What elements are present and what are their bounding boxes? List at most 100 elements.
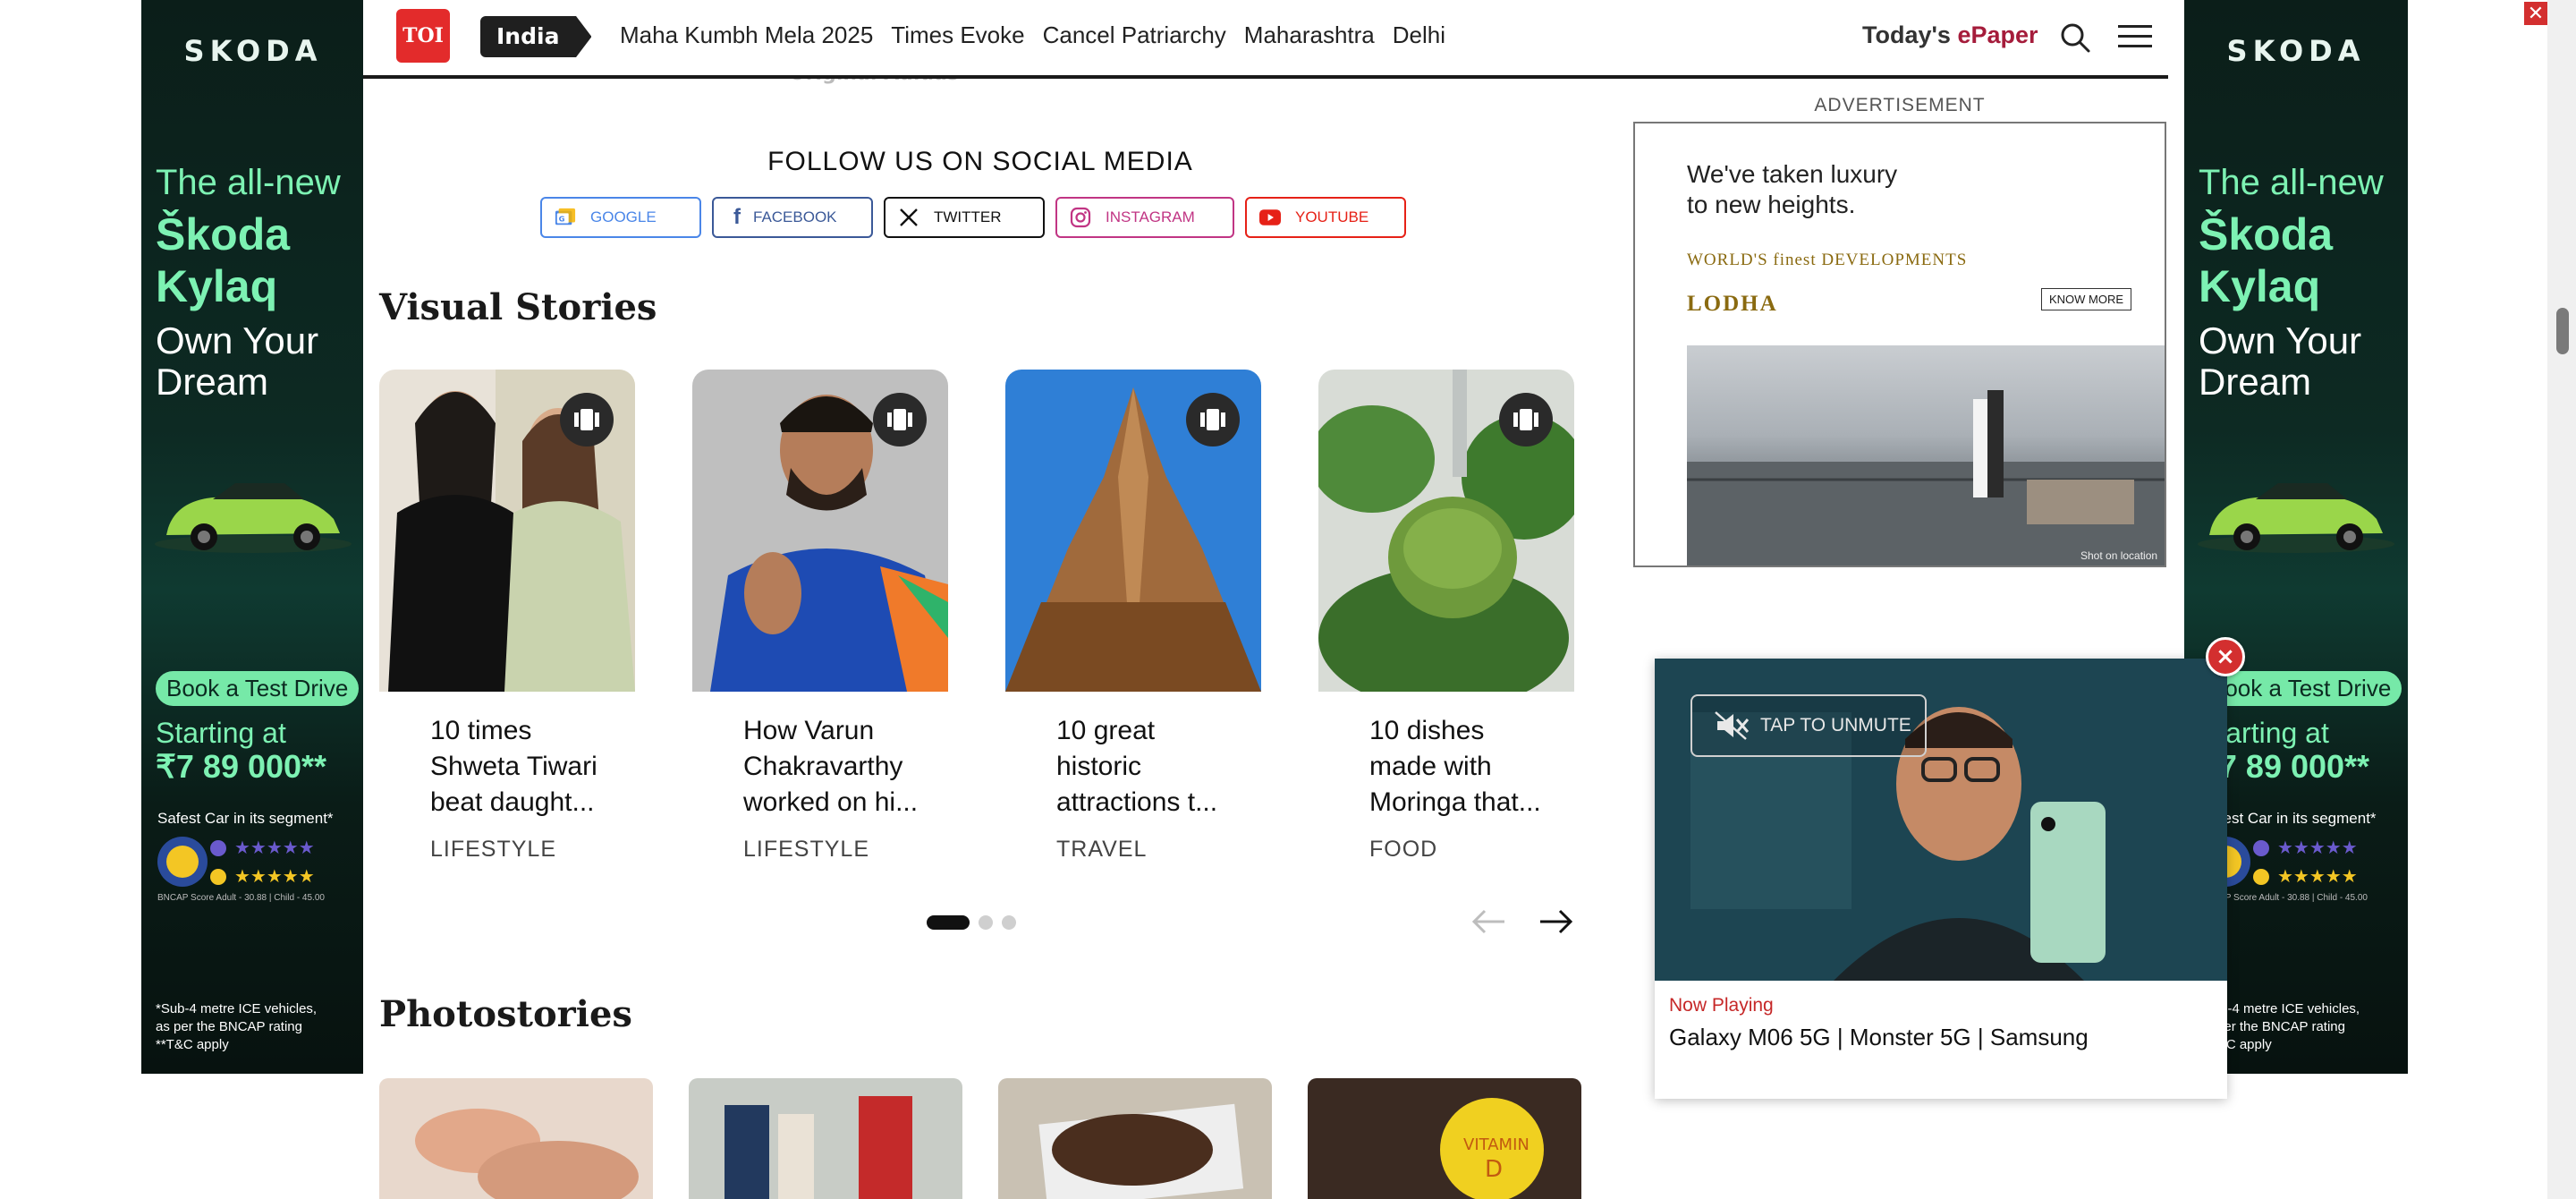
svg-text:G: G — [559, 215, 565, 224]
story-title-line: made with — [1369, 752, 1492, 781]
photostories-heading: Photostories — [379, 993, 632, 1035]
nav-link-maharashtra[interactable]: Maharashtra — [1244, 21, 1375, 49]
photostory-card[interactable] — [689, 1078, 962, 1199]
svg-text:★★★★★: ★★★★★ — [2277, 837, 2358, 858]
test-drive-button[interactable]: Book a Test Drive — [156, 671, 360, 706]
floating-video-player[interactable]: TAP TO UNMUTE Now Playing Galaxy M06 5G … — [1655, 659, 2227, 1099]
ad-line2b: Kylaq — [2199, 261, 2321, 311]
bncap-rating-icon: ★★★★★ ★★★★★ — [2200, 837, 2358, 887]
story-title-line: How Varun — [743, 716, 875, 745]
scrollbar-thumb[interactable] — [2556, 308, 2569, 354]
lodha-tagline: WORLD'S finest DEVELOPMENTS — [1687, 251, 1968, 269]
ad-line2a: Škoda — [156, 209, 291, 259]
search-icon[interactable] — [2059, 21, 2091, 54]
ad-brand: SKODA — [2226, 34, 2366, 68]
car-image — [155, 483, 352, 553]
story-title-line: beat daught... — [430, 787, 595, 817]
instagram-icon — [1070, 207, 1091, 228]
lodha-caption: Shot on location — [2080, 549, 2158, 562]
video-frame[interactable]: TAP TO UNMUTE — [1655, 659, 2227, 981]
now-playing-label: Now Playing — [1669, 995, 1774, 1016]
carousel-pagination — [927, 915, 1016, 930]
story-title: 10 times Shweta Tiwari beat daught... — [430, 713, 611, 821]
arrow-left-icon[interactable] — [1469, 902, 1508, 941]
ad-start-label: Starting at — [156, 717, 286, 749]
know-more-button[interactable]: KNOW MORE — [2041, 288, 2132, 310]
youtube-button[interactable]: YOUTUBE — [1245, 197, 1406, 238]
ad-subhead: Own Your Dream — [2199, 320, 2361, 403]
close-video-icon[interactable]: × — [2206, 637, 2245, 676]
story-title-line: worked on hi... — [743, 787, 919, 817]
svg-text:★★★★★: ★★★★★ — [2277, 865, 2358, 887]
twitter-label: TWITTER — [934, 208, 1002, 225]
follow-heading: FOLLOW US ON SOCIAL MEDIA — [767, 147, 1193, 176]
google-button[interactable]: G GOOGLE — [540, 197, 701, 238]
facebook-label: FACEBOOK — [753, 208, 837, 225]
nav-links: Maha Kumbh Mela 2025 Times Evoke Cancel … — [620, 21, 1445, 49]
pagination-dot-active[interactable] — [927, 915, 970, 930]
scrollbar-track[interactable] — [2547, 0, 2576, 1199]
ad-safe-text: Safest Car in its segment* — [157, 810, 334, 827]
ad-subhead: Own Your Dream — [156, 320, 318, 403]
arrow-right-icon[interactable] — [1537, 902, 1576, 941]
lodha-logo: LODHA — [1687, 292, 1778, 316]
ad-fine1: *Sub-4 metre ICE vehicles, — [156, 1001, 318, 1016]
instagram-label: INSTAGRAM — [1106, 208, 1195, 225]
lodha-headline: We've taken luxury to new heights. — [1687, 159, 1897, 220]
ad-line2b: Kylaq — [156, 261, 278, 311]
close-ad-icon[interactable]: ✕ — [2524, 2, 2547, 25]
story-category: FOOD — [1369, 837, 1438, 862]
ad-headline: The all-new Škoda Kylaq — [2199, 157, 2384, 312]
nav-link-times-evoke[interactable]: Times Evoke — [891, 21, 1024, 49]
ad-line1: The all-new — [2199, 163, 2384, 202]
story-caption[interactable]: 10 dishes made with Moringa that... FOOD — [1348, 692, 1572, 884]
story-caption[interactable]: 10 times Shweta Tiwari beat daught... LI… — [409, 692, 632, 884]
hamburger-menu-icon[interactable] — [2118, 25, 2152, 48]
ad-line1: The all-new — [156, 163, 341, 202]
instagram-button[interactable]: INSTAGRAM — [1055, 197, 1234, 238]
google-label: GOOGLE — [590, 208, 657, 225]
photostory-image — [689, 1078, 962, 1199]
pagination-dot[interactable] — [979, 915, 993, 930]
mute-icon — [1715, 711, 1750, 740]
ad-line3b: Dream — [156, 361, 269, 403]
svg-text:D: D — [1485, 1156, 1503, 1183]
story-title-line: attractions t... — [1056, 787, 1218, 817]
tap-to-unmute-button[interactable]: TAP TO UNMUTE — [1690, 694, 1927, 757]
svg-text:★★★★★: ★★★★★ — [234, 837, 315, 858]
photostory-image: VITAMIN D — [1308, 1078, 1581, 1199]
story-caption[interactable]: How Varun Chakravarthy worked on hi... L… — [722, 692, 945, 884]
story-caption[interactable]: 10 great historic attractions t... TRAVE… — [1035, 692, 1258, 884]
story-title-line: 10 great — [1056, 716, 1156, 745]
svg-text:★★★★★: ★★★★★ — [234, 865, 315, 887]
car-image — [2198, 483, 2394, 553]
nav-link-cancel-patriarchy[interactable]: Cancel Patriarchy — [1043, 21, 1226, 49]
nav-link-maha-kumbh[interactable]: Maha Kumbh Mela 2025 — [620, 21, 873, 49]
ad-line3b: Dream — [2199, 361, 2312, 403]
google-news-icon: G — [555, 207, 576, 228]
test-drive-button[interactable]: Book a Test Drive — [2199, 671, 2402, 706]
story-title: 10 great historic attractions t... — [1056, 713, 1237, 821]
video-title[interactable]: Galaxy M06 5G | Monster 5G | Samsung — [1669, 1024, 2089, 1051]
youtube-label: YOUTUBE — [1295, 208, 1369, 225]
story-title-line: 10 times — [430, 716, 532, 745]
lodha-ad[interactable]: We've taken luxury to new heights. WORLD… — [1633, 122, 2166, 567]
facebook-button[interactable]: f FACEBOOK — [712, 197, 873, 238]
photostory-card[interactable] — [379, 1078, 653, 1199]
lodha-headline-line: We've taken luxury — [1687, 160, 1898, 188]
facebook-icon: f — [733, 205, 741, 229]
section-india[interactable]: India — [480, 16, 592, 57]
pagination-dot[interactable] — [1002, 915, 1016, 930]
epaper-link[interactable]: Today's ePaper — [1862, 21, 2038, 49]
photostory-card[interactable] — [998, 1078, 1272, 1199]
lodha-image: Shot on location — [1687, 345, 2165, 565]
skoda-ad-left[interactable]: SKODA The all-new Škoda Kylaq Own Your D… — [141, 0, 365, 1074]
story-category: LIFESTYLE — [743, 837, 869, 862]
nav-link-delhi[interactable]: Delhi — [1393, 21, 1445, 49]
ad-line2a: Škoda — [2199, 209, 2334, 259]
twitter-button[interactable]: TWITTER — [884, 197, 1045, 238]
photostory-card[interactable]: VITAMIN D — [1308, 1078, 1581, 1199]
ad-brand: SKODA — [183, 34, 323, 68]
toi-logo[interactable]: TOI — [396, 9, 450, 63]
ad-line3a: Own Your — [156, 319, 319, 361]
